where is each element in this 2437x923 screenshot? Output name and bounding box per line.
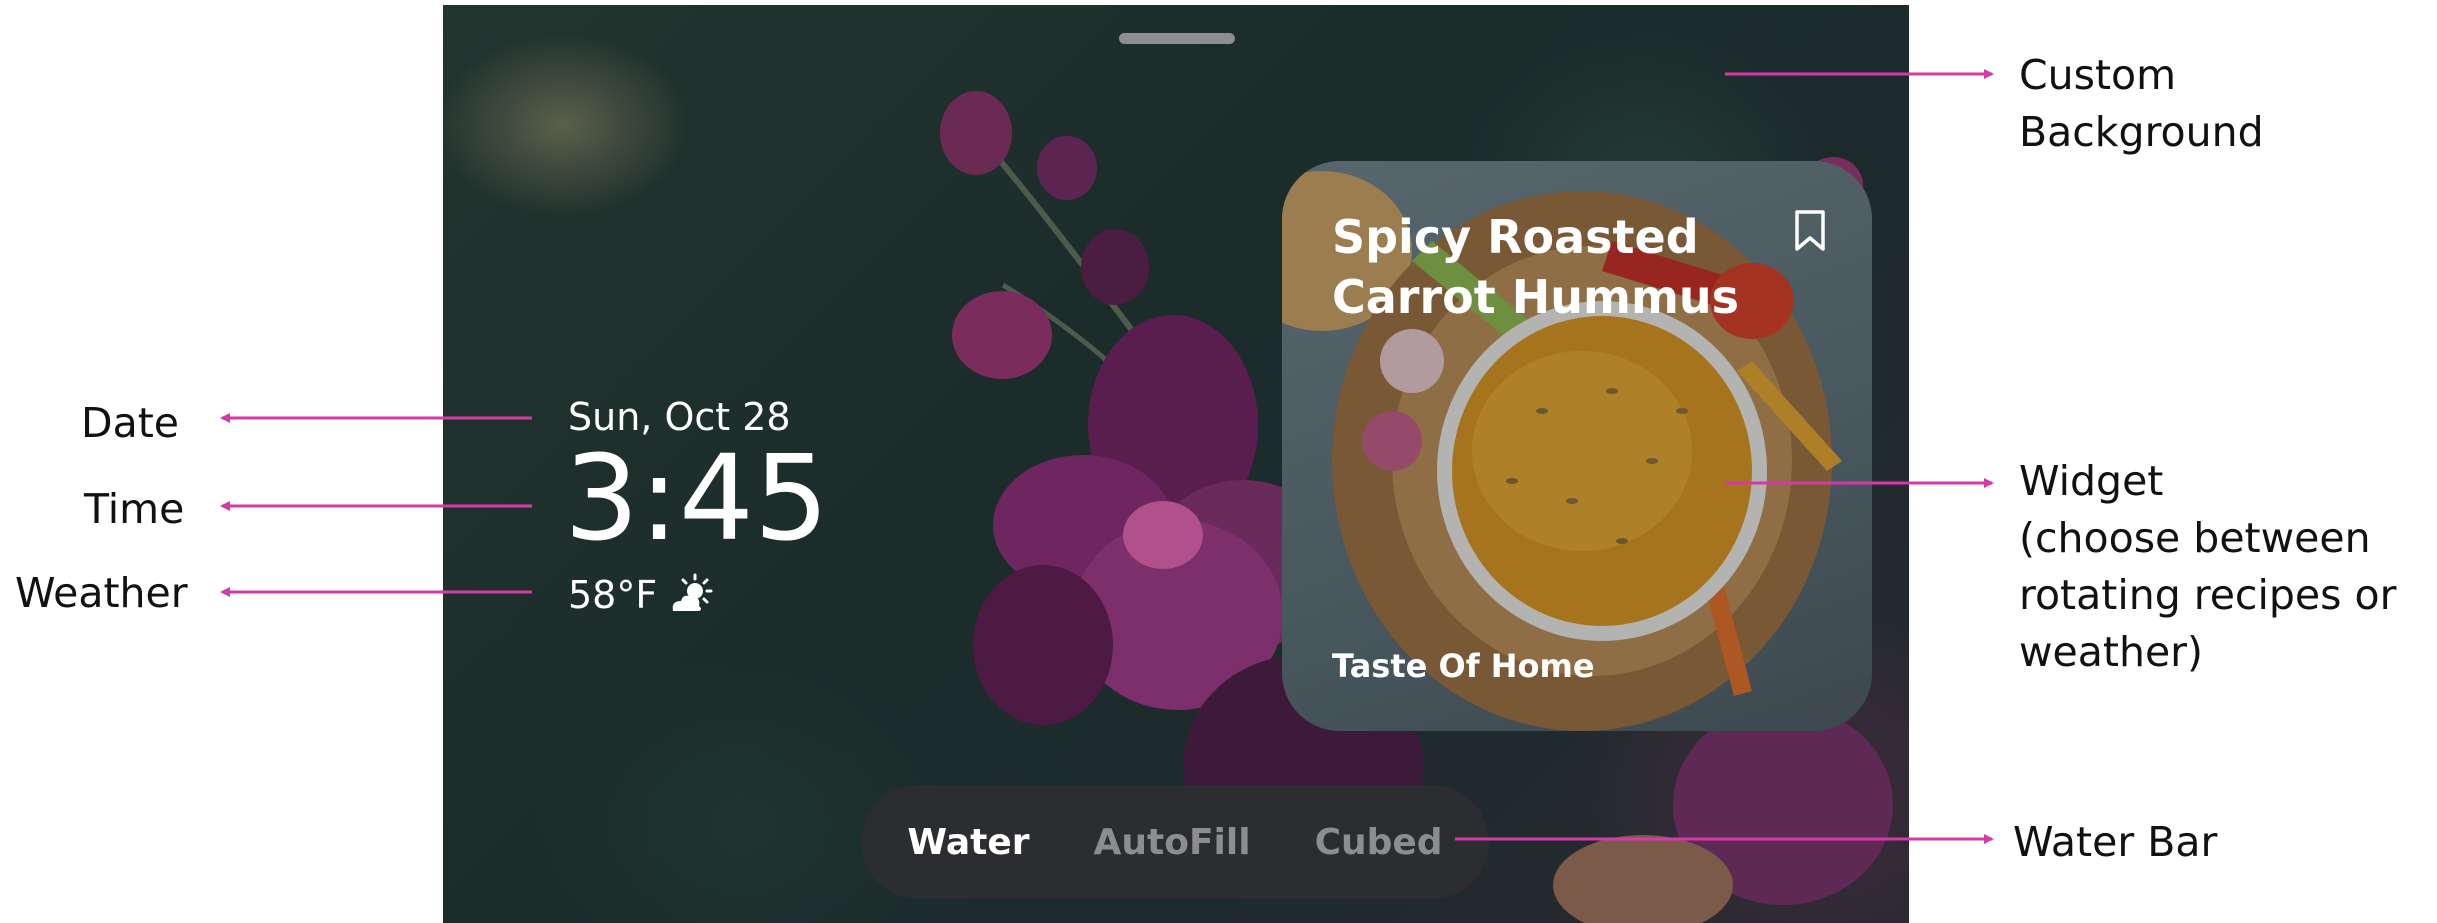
annotation-widget-line-1: Widget bbox=[2019, 457, 2164, 505]
annotation-widget-line-2: (choose between bbox=[2019, 514, 2371, 562]
annotation-water-bar: Water Bar bbox=[2013, 818, 2218, 866]
annotation-time: Time bbox=[84, 485, 185, 533]
annotation-widget-line-4: weather) bbox=[2019, 628, 2204, 676]
annotation-weather: Weather bbox=[15, 569, 188, 617]
annotation-custom-background-line-2: Background bbox=[2019, 108, 2264, 156]
annotation-widget: Widget (choose between rotating recipes … bbox=[2019, 453, 2396, 681]
annotation-date: Date bbox=[81, 399, 179, 447]
annotation-custom-background: Custom Background bbox=[2019, 47, 2264, 161]
annotation-widget-line-3: rotating recipes or bbox=[2019, 571, 2397, 619]
annotation-custom-background-line-1: Custom bbox=[2019, 51, 2177, 99]
